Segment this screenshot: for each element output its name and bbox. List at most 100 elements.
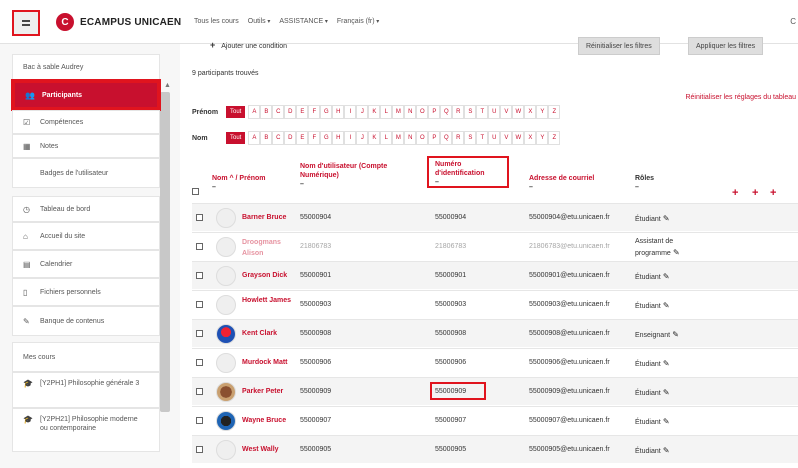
sidebar-course-1[interactable]: 🎓 [Y2PH1] Philosophie générale 3	[12, 372, 160, 408]
column-name-collapse[interactable]: –	[212, 184, 265, 193]
firstname-letter-j[interactable]: J	[356, 105, 369, 119]
lastname-letter-c[interactable]: C	[272, 131, 285, 145]
firstname-letter-z[interactable]: Z	[548, 105, 561, 119]
firstname-letter-c[interactable]: C	[272, 105, 285, 119]
lastname-all-button[interactable]: Tout	[226, 132, 246, 144]
select-all-checkbox[interactable]	[192, 188, 199, 199]
avatar[interactable]	[216, 295, 236, 315]
add-column-plus-icon[interactable]: +	[732, 187, 738, 199]
participant-name-link[interactable]: Kent Clark	[242, 330, 277, 337]
firstname-letter-q[interactable]: Q	[440, 105, 453, 119]
lastname-letter-z[interactable]: Z	[548, 131, 561, 145]
firstname-letter-m[interactable]: M	[392, 105, 405, 119]
reset-filters-button[interactable]: Réinitialiser les filtres	[578, 37, 660, 55]
avatar[interactable]	[216, 266, 236, 286]
sidebar-item-participants[interactable]: 👥 Participants	[11, 79, 161, 111]
row-checkbox[interactable]	[196, 243, 203, 250]
avatar[interactable]	[216, 353, 236, 373]
lastname-letter-v[interactable]: V	[500, 131, 513, 145]
role-cell[interactable]: Étudiant	[635, 301, 670, 310]
firstname-letter-b[interactable]: B	[260, 105, 273, 119]
nav-language[interactable]: Français (fr)	[337, 18, 379, 25]
firstname-letter-d[interactable]: D	[284, 105, 297, 119]
sidebar-item-grades[interactable]: ▦ Notes	[12, 134, 160, 158]
column-email-collapse[interactable]: –	[529, 184, 594, 193]
scroll-up-icon[interactable]: ▲	[164, 82, 171, 89]
lastname-letter-g[interactable]: G	[320, 131, 333, 145]
avatar[interactable]	[216, 208, 236, 228]
role-cell[interactable]: Étudiant	[635, 359, 670, 368]
avatar[interactable]	[216, 411, 236, 431]
top-right-item[interactable]: C	[790, 17, 796, 26]
sidebar-item-content-bank[interactable]: ✎ Banque de contenus	[12, 306, 160, 336]
sidebar-scrollbar[interactable]	[160, 92, 170, 412]
firstname-letter-u[interactable]: U	[488, 105, 501, 119]
lastname-letter-o[interactable]: O	[416, 131, 429, 145]
row-checkbox[interactable]	[196, 359, 203, 366]
column-roles-collapse[interactable]: –	[635, 184, 654, 193]
lastname-letter-j[interactable]: J	[356, 131, 369, 145]
firstname-letter-i[interactable]: I	[344, 105, 357, 119]
participant-name-link[interactable]: Murdock Matt	[242, 359, 288, 366]
firstname-letter-e[interactable]: E	[296, 105, 309, 119]
lastname-letter-p[interactable]: P	[428, 131, 441, 145]
lastname-letter-s[interactable]: S	[464, 131, 477, 145]
participant-name-link[interactable]: Barner Bruce	[242, 214, 286, 221]
role-cell[interactable]: Enseignant	[635, 330, 679, 339]
lastname-letter-f[interactable]: F	[308, 131, 321, 145]
sidebar-item-home[interactable]: ⌂ Accueil du site	[12, 222, 160, 250]
add-column-plus-icon[interactable]: +	[752, 187, 758, 199]
participant-name-link[interactable]: Droogmans Alison	[242, 237, 298, 259]
participant-name-link[interactable]: Wayne Bruce	[242, 417, 286, 424]
lastname-letter-e[interactable]: E	[296, 131, 309, 145]
role-cell[interactable]: Étudiant	[635, 388, 670, 397]
lastname-letter-x[interactable]: X	[524, 131, 537, 145]
add-condition-link[interactable]: + Ajouter une condition	[210, 40, 287, 50]
role-cell[interactable]: Étudiant	[635, 272, 670, 281]
firstname-letter-h[interactable]: H	[332, 105, 345, 119]
sidebar-item-competencies[interactable]: ☑ Compétences	[12, 110, 160, 134]
row-checkbox[interactable]	[196, 214, 203, 221]
sidebar-item-dashboard[interactable]: ◷ Tableau de bord	[12, 196, 160, 222]
firstname-letter-a[interactable]: A	[248, 105, 261, 119]
participant-name-link[interactable]: Howlett James	[242, 295, 298, 306]
column-header-username[interactable]: Nom d'utilisateur (Compte Numérique) –	[300, 163, 410, 189]
lastname-letter-h[interactable]: H	[332, 131, 345, 145]
row-checkbox[interactable]	[196, 330, 203, 337]
firstname-letter-p[interactable]: P	[428, 105, 441, 119]
firstname-letter-l[interactable]: L	[380, 105, 393, 119]
lastname-letter-w[interactable]: W	[512, 131, 525, 145]
site-logo[interactable]: C ECAMPUS UNICAEN	[56, 13, 181, 31]
role-cell[interactable]: Assistant de programme	[635, 237, 697, 259]
lastname-letter-t[interactable]: T	[476, 131, 489, 145]
sidebar-item-calendar[interactable]: ▤ Calendrier	[12, 250, 160, 278]
participant-name-link[interactable]: Grayson Dick	[242, 272, 287, 279]
firstname-letter-v[interactable]: V	[500, 105, 513, 119]
firstname-letter-f[interactable]: F	[308, 105, 321, 119]
column-header-email[interactable]: Adresse de courriel –	[529, 175, 594, 193]
firstname-letter-r[interactable]: R	[452, 105, 465, 119]
participant-name-link[interactable]: West Wally	[242, 446, 279, 453]
lastname-letter-d[interactable]: D	[284, 131, 297, 145]
lastname-letter-n[interactable]: N	[404, 131, 417, 145]
add-column-plus-icon[interactable]: +	[770, 187, 776, 199]
column-username-collapse[interactable]: –	[300, 181, 410, 190]
row-checkbox[interactable]	[196, 301, 203, 308]
firstname-letter-o[interactable]: O	[416, 105, 429, 119]
role-cell[interactable]: Étudiant	[635, 417, 670, 426]
lastname-letter-k[interactable]: K	[368, 131, 381, 145]
firstname-letter-s[interactable]: S	[464, 105, 477, 119]
lastname-letter-a[interactable]: A	[248, 131, 261, 145]
avatar[interactable]	[216, 382, 236, 402]
lastname-letter-y[interactable]: Y	[536, 131, 549, 145]
role-cell[interactable]: Étudiant	[635, 446, 670, 455]
firstname-letter-k[interactable]: K	[368, 105, 381, 119]
firstname-letter-x[interactable]: X	[524, 105, 537, 119]
firstname-letter-g[interactable]: G	[320, 105, 333, 119]
reset-table-link[interactable]: Réinitialiser les réglages du tableau	[685, 94, 796, 101]
row-checkbox[interactable]	[196, 388, 203, 395]
sidebar-item-badges[interactable]: Badges de l'utilisateur	[12, 158, 160, 188]
row-checkbox[interactable]	[196, 446, 203, 453]
participant-name-link[interactable]: Parker Peter	[242, 388, 283, 395]
nav-assistance[interactable]: ASSISTANCE	[279, 18, 328, 25]
